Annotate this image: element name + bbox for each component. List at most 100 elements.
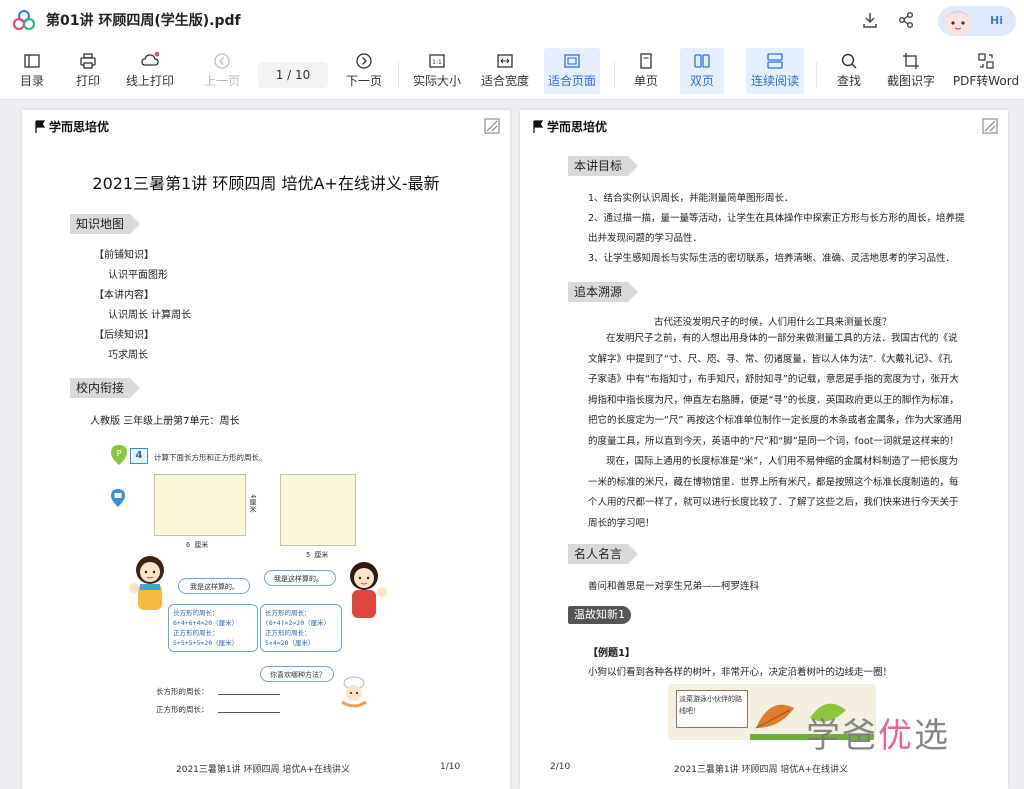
- next-page-icon: [356, 53, 372, 69]
- online-print-button[interactable]: 线上打印: [124, 48, 176, 94]
- bookmark-corner-icon[interactable]: [484, 118, 500, 134]
- bookmark-corner-icon[interactable]: [982, 118, 998, 134]
- fit-page-button[interactable]: 适合页面: [544, 48, 600, 94]
- leaf-note: 淡菜游泳小伙伴的路线吧！: [676, 690, 748, 728]
- rectangle-side-label: 4厘米: [249, 494, 257, 513]
- continuous-reading-button[interactable]: 连续阅读: [746, 48, 804, 94]
- speech-bubble-left-text: 我是这样算的。: [190, 583, 239, 591]
- example-heading: 【例题1】: [588, 648, 635, 659]
- next-knowledge-item: 巧求周长: [108, 350, 148, 361]
- toolbar-divider: [398, 62, 399, 88]
- app-logo-icon: [12, 9, 36, 31]
- download-icon[interactable]: [860, 10, 880, 30]
- exercise-prompt: 计算下面长方形和正方形的周长。: [154, 453, 267, 462]
- share-icon[interactable]: [896, 10, 916, 30]
- prior-knowledge-item: 认识平面图形: [108, 270, 168, 281]
- search-icon: [841, 53, 857, 69]
- calculation-box-right: 长方形的周长： (6+4)×2=20（厘米） 正方形的周长： 5×4=20（厘米…: [260, 604, 342, 652]
- toc-icon: [24, 54, 40, 68]
- section-quote: 名人名言: [568, 544, 639, 564]
- exercise-number: 4: [130, 448, 148, 464]
- watermark: 学爸优选: [806, 716, 950, 756]
- speech-bubble-bottom-text: 你喜欢哪种方法？: [270, 671, 326, 679]
- print-icon: [80, 53, 96, 69]
- search-button[interactable]: 查找: [830, 48, 868, 94]
- assistant-avatar-icon: [945, 9, 971, 35]
- assistant-badge[interactable]: Hi: [938, 6, 1016, 36]
- goal-line: 1、结合实例认识周长，并能测量简单图形周长．: [588, 193, 794, 204]
- fit-width-icon: [497, 54, 513, 68]
- svg-text:1:1: 1:1: [432, 59, 442, 66]
- continuous-icon: [767, 53, 783, 69]
- chef-character-illustration: [341, 676, 367, 708]
- pdf-to-word-button[interactable]: PDF转Word: [952, 48, 1020, 94]
- goal-line: 2、通过描一描，量一量等活动，让学生在具体操作中探索正方形与长方形的周长，培养提: [588, 213, 965, 224]
- brand-logo: 学而思培优: [34, 118, 109, 135]
- square-side-label: 5 厘米: [306, 551, 329, 559]
- textbook-reference: 人教版 三年级上册第7单元：周长: [90, 416, 240, 427]
- answer-rectangle-label: 长方形的周长：: [156, 687, 209, 696]
- brand-flag-icon: [533, 119, 544, 133]
- location-pin-green-icon: P: [111, 445, 127, 465]
- document-title: 第01讲 环顾四周(学生版).pdf: [46, 13, 241, 29]
- page2-footer-title: 2021三暑第1讲 环顾四周 培优A+在线讲义: [674, 765, 849, 775]
- prev-page-icon: [214, 53, 230, 69]
- page-indicator-input[interactable]: 1 / 10: [258, 62, 328, 88]
- brand-logo: 学而思培优: [532, 118, 607, 135]
- calculation-box-left: 长方形的周长： 6+4+6+4=20（厘米） 正方形的周长： 5+5+5+5=2…: [168, 604, 258, 652]
- actual-size-button[interactable]: 1:1 实际大小: [410, 48, 464, 94]
- page1-footer-page: 1/10: [440, 762, 461, 772]
- assistant-hi-label: Hi: [990, 14, 1003, 27]
- review-tag: 温故知新1: [568, 606, 631, 624]
- single-page-button[interactable]: 单页: [626, 48, 666, 94]
- section-school-link: 校内衔接: [70, 378, 141, 398]
- section-knowledge-map: 知识地图: [70, 214, 141, 234]
- rectangle-length-label: 6 厘米: [186, 541, 209, 549]
- speech-bubble-right-text: 我是这样算的。: [274, 575, 323, 583]
- answer-rectangle-line: [218, 694, 280, 695]
- double-page-button[interactable]: 双页: [680, 48, 724, 94]
- double-page-icon: [694, 54, 710, 68]
- origin-paragraph: 在发明尺子之前，有的人想出用身体的一部分来做测量工具的方法．我国古代的《说 文解…: [588, 333, 962, 529]
- page2-footer-page: 2/10: [550, 762, 571, 772]
- brand-flag-icon: [35, 119, 46, 133]
- answer-square-line: [218, 712, 280, 713]
- example-text: 小狗以们看到各种各样的树叶，非常开心，决定沿着树叶的边线走一圈！: [588, 667, 893, 678]
- title-bar: 第01讲 环顾四周(学生版).pdf Hi: [0, 0, 1024, 40]
- single-page-icon: [640, 53, 652, 69]
- rectangle-figure: [154, 474, 246, 536]
- famous-quote: 善问和善思是一对孪生兄弟——柯罗连科: [588, 581, 760, 592]
- answer-square-label: 正方形的周长：: [156, 705, 209, 714]
- pdf-page-2: 学而思培优 本讲目标 1、结合实例认识周长，并能测量简单图形周长． 2、通过描一…: [520, 110, 1008, 789]
- fit-width-button[interactable]: 适合宽度: [478, 48, 532, 94]
- girl-red-character-illustration: [350, 562, 387, 618]
- prior-knowledge-heading: 【前铺知识】: [94, 250, 154, 261]
- toolbar: 目录 打印 线上打印 上一页 1 / 10 下一页 1:1 实际大小 适合宽度 …: [0, 40, 1024, 100]
- goal-line: 出并发现问题的学习品性．: [588, 233, 703, 244]
- toolbar-divider: [816, 62, 817, 88]
- current-content-heading: 【本讲内容】: [94, 290, 154, 301]
- section-origin: 追本溯源: [568, 282, 639, 302]
- next-knowledge-heading: 【后续知识】: [94, 330, 154, 341]
- toolbar-divider: [614, 62, 615, 88]
- crop-ocr-icon: [903, 53, 919, 69]
- fit-page-icon: [564, 54, 580, 68]
- toc-button[interactable]: 目录: [14, 48, 50, 94]
- actual-size-icon: 1:1: [429, 54, 445, 68]
- cloud-print-icon: [141, 52, 159, 66]
- goal-line: 3、让学生感知周长与实际生活的密切联系，培养清晰、准确、灵活地思考的学习品性．: [588, 253, 956, 264]
- prev-page-button[interactable]: 上一页: [200, 48, 244, 94]
- next-page-button[interactable]: 下一页: [342, 48, 386, 94]
- location-pin-blue-icon: [111, 489, 125, 507]
- svg-text:P: P: [117, 449, 122, 458]
- section-goals: 本讲目标: [568, 156, 639, 176]
- square-figure: [280, 474, 356, 546]
- pdf-page-1: 学而思培优 2021三暑第1讲 环顾四周 培优A+在线讲义-最新 知识地图 【前…: [22, 110, 510, 789]
- pdf-to-word-icon: [978, 53, 994, 69]
- current-content-item: 认识周长 计算周长: [108, 310, 192, 321]
- page1-footer-title: 2021三暑第1讲 环顾四周 培优A+在线讲义: [176, 765, 351, 775]
- crop-ocr-button[interactable]: 截图识字: [884, 48, 938, 94]
- girl-character-illustration: [129, 556, 164, 610]
- print-button[interactable]: 打印: [70, 48, 106, 94]
- page-title: 2021三暑第1讲 环顾四周 培优A+在线讲义-最新: [92, 174, 440, 193]
